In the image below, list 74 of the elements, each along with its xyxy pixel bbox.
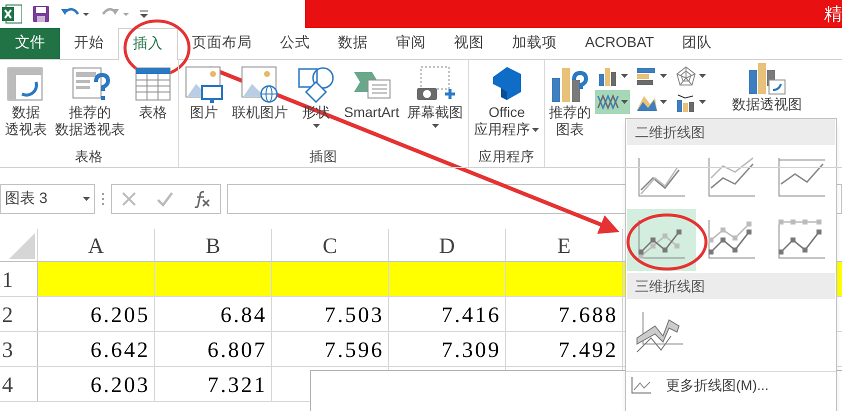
name-box[interactable]: 图表 3 — [0, 184, 95, 214]
ribbon-button[interactable]: 屏幕截图 — [404, 60, 466, 149]
column-header[interactable]: A — [38, 229, 155, 261]
column-header[interactable]: C — [272, 229, 389, 261]
table-cell-text: 6.807 — [208, 336, 267, 364]
picture-monitor-icon — [184, 64, 224, 104]
ribbon-tab[interactable]: 团队 — [668, 28, 726, 59]
caret-icon — [660, 100, 668, 104]
row-header[interactable]: 4 — [0, 367, 38, 401]
table-cell-text: 6.84 — [220, 300, 267, 328]
table-cell-text: 7.309 — [442, 336, 501, 364]
caret-icon — [699, 100, 706, 104]
caret-icon — [699, 74, 706, 78]
ribbon-button[interactable]: 推荐的 图表 — [549, 60, 592, 138]
table-cell-text: 6.205 — [90, 300, 150, 328]
pivot-chart-icon — [747, 62, 788, 96]
picture-globe-icon — [240, 64, 280, 104]
section-header: 三维折线图 — [627, 273, 835, 299]
table-cell-text: 7.416 — [442, 300, 501, 328]
cancel-icon[interactable] — [121, 191, 138, 207]
ribbon-tab[interactable]: 加载项 — [498, 28, 571, 59]
file-tab[interactable]: 文件 — [0, 28, 60, 59]
ribbon-button[interactable]: 推荐的 数据透视表 — [52, 60, 128, 149]
caret-icon — [621, 100, 628, 104]
section-header: 二维折线图 — [627, 119, 835, 145]
save-icon[interactable] — [32, 5, 50, 23]
row-header[interactable]: 2 — [0, 297, 38, 331]
radar-chart-icon — [675, 66, 698, 86]
table-cell-text: 6.203 — [90, 370, 150, 398]
function-icon[interactable] — [192, 190, 211, 208]
column-header[interactable]: E — [506, 229, 623, 261]
customize-toolbar-icon[interactable] — [140, 9, 148, 19]
ribbon-tab[interactable]: 开始 — [60, 28, 118, 59]
group-label: 插图 — [308, 149, 339, 165]
more-options-icon[interactable] — [101, 192, 105, 206]
ribbon-tab[interactable]: 数据 — [324, 28, 382, 59]
caret-icon — [83, 197, 90, 201]
table-cell-text: 7.503 — [324, 300, 384, 328]
menu-item[interactable]: 更多折线图(M)... — [626, 372, 836, 398]
table-cell-text: 7.688 — [558, 300, 618, 328]
ribbon-button[interactable]: 数据透视图 — [732, 60, 802, 112]
window-title: 精 — [824, 5, 842, 23]
caret-icon — [621, 74, 628, 78]
group-label: 应用程序 — [478, 149, 536, 165]
group-label: 表格 — [74, 149, 104, 165]
ribbon-tab[interactable]: 页面布局 — [178, 28, 266, 59]
ribbon-tab[interactable]: ACROBAT — [571, 28, 668, 59]
caret-icon — [432, 124, 439, 128]
check-icon[interactable] — [156, 191, 174, 207]
caret-icon — [532, 128, 540, 132]
ribbon-tab[interactable]: 插入 — [118, 28, 178, 60]
ribbon-button[interactable]: 联机图片 — [229, 60, 291, 149]
ribbon-button[interactable]: 数据 透视表 — [2, 60, 50, 149]
table-cell-text: 7.321 — [208, 370, 267, 398]
table-cell-text: 6.642 — [90, 336, 150, 364]
table-cell-text: 7.596 — [324, 336, 384, 364]
column-header[interactable]: D — [389, 229, 506, 261]
ribbon-button[interactable]: 表格 — [130, 60, 176, 149]
row-header[interactable]: 1 — [0, 262, 38, 296]
annotation-circle — [124, 20, 190, 76]
ribbon-button[interactable]: SmartArt — [341, 60, 402, 149]
caret-icon — [312, 124, 320, 128]
ribbon-tab[interactable]: 公式 — [266, 28, 324, 59]
ribbon-tab[interactable]: 视图 — [440, 28, 498, 59]
line-chart-icon — [630, 376, 652, 394]
ribbon-button[interactable]: Office 应用程序 — [471, 60, 542, 149]
row-header[interactable]: 3 — [0, 332, 38, 366]
chart-type-button[interactable] — [595, 90, 630, 114]
table-cell-text: 7.492 — [558, 336, 618, 364]
caret-icon — [660, 74, 668, 78]
column-header[interactable]: B — [155, 229, 272, 261]
ribbon-tab[interactable]: 审阅 — [382, 28, 440, 59]
line-chart-icon — [597, 92, 620, 112]
ribbon-button[interactable]: 图片 — [181, 60, 227, 149]
